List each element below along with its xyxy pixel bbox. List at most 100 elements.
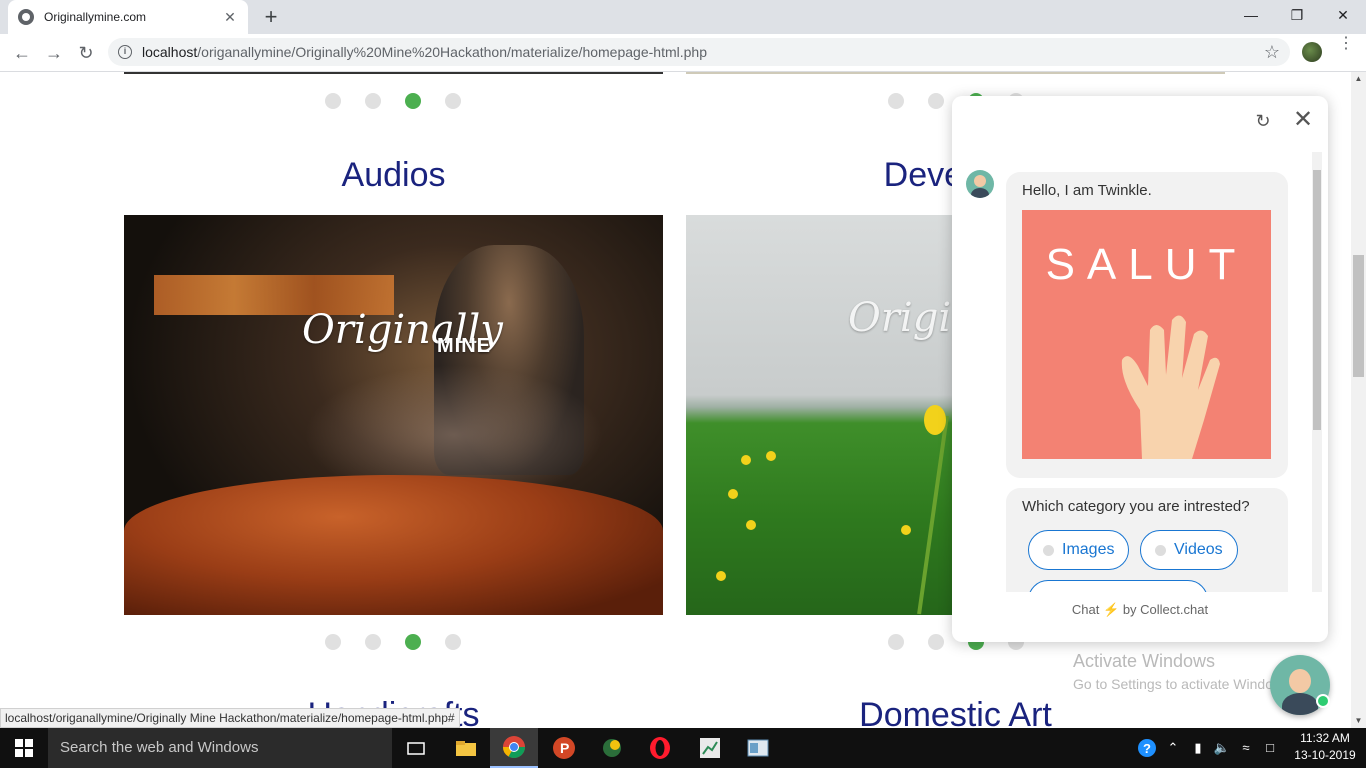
activate-windows-title: Activate Windows xyxy=(1073,651,1216,671)
close-icon[interactable]: ✕ xyxy=(1292,108,1314,132)
status-bar-url: localhost/origanallymine/Originally Mine… xyxy=(0,708,460,728)
arrow-left-icon[interactable]: ← xyxy=(8,39,36,67)
app-icon[interactable] xyxy=(588,728,636,768)
chart-app-icon[interactable] xyxy=(686,728,734,768)
volume-icon[interactable]: 🔈 xyxy=(1212,728,1232,768)
carousel-dot[interactable] xyxy=(325,634,341,650)
opera-icon[interactable] xyxy=(636,728,684,768)
image-detail xyxy=(746,520,756,530)
globe-icon xyxy=(18,9,34,25)
clock-time: 11:32 AM xyxy=(1300,731,1350,745)
section-title-domestic-art: Domestic Art xyxy=(859,696,1052,728)
url-path: /origanallymine/Originally%20Mine%20Hack… xyxy=(197,44,707,60)
audios-carousel-image[interactable]: Originally MINE xyxy=(124,215,663,615)
chat-widget: ↻ ✕ Hello, I am Twinkle. SALUT Which cat… xyxy=(952,96,1328,642)
image-detail xyxy=(766,451,776,461)
radio-icon xyxy=(1155,544,1166,556)
browser-tab-bar: Originallymine.com ✕ + — ❐ ✕ xyxy=(0,0,1366,34)
image-detail xyxy=(716,571,726,581)
option-images-button[interactable]: Images xyxy=(1028,530,1130,570)
svg-text:P: P xyxy=(560,740,569,756)
carousel-dot[interactable] xyxy=(888,93,904,109)
carousel-dot[interactable] xyxy=(928,93,944,109)
help-icon[interactable]: ? xyxy=(1134,728,1160,768)
arrow-right-icon[interactable]: → xyxy=(40,39,68,67)
taskbar-clock[interactable]: 11:32 AM 13-10-2019 xyxy=(1288,730,1362,764)
browser-toolbar: ← → ↻ i localhost/origanallymine/Origina… xyxy=(0,34,1366,72)
taskbar-search-input[interactable]: Search the web and Windows xyxy=(48,728,392,768)
star-icon[interactable]: ☆ xyxy=(1264,42,1280,63)
online-status-icon xyxy=(1316,694,1330,708)
radio-icon xyxy=(1043,544,1054,556)
carousel-dot[interactable] xyxy=(365,634,381,650)
page-scrollbar[interactable]: ▲ ▼ xyxy=(1351,72,1366,728)
task-view-icon[interactable] xyxy=(392,728,440,768)
refresh-icon[interactable]: ↻ xyxy=(1252,110,1274,132)
watermark-logo-sub: MINE xyxy=(437,335,491,357)
activate-windows-subtitle: Go to Settings to activate Windows. xyxy=(1073,676,1294,692)
presentation-app-icon[interactable]: P xyxy=(540,728,588,768)
address-bar[interactable]: i localhost/origanallymine/Originally%20… xyxy=(108,38,1290,66)
bot-avatar xyxy=(966,170,994,198)
chrome-icon[interactable] xyxy=(490,728,538,768)
tab-close-icon[interactable]: ✕ xyxy=(222,9,238,26)
restore-icon[interactable]: ❐ xyxy=(1274,0,1320,30)
info-icon[interactable]: i xyxy=(118,45,132,59)
chat-question: Which category you are intrested? xyxy=(1022,498,1250,515)
page-viewport: Audios Develope Originally MINE Origin H… xyxy=(0,72,1351,728)
chat-scrollbar[interactable] xyxy=(1312,152,1322,592)
footer-by-label: by Collect.chat xyxy=(1122,602,1209,617)
new-tab-button[interactable]: + xyxy=(258,4,284,30)
image-detail xyxy=(917,415,949,615)
chat-message: Hello, I am Twinkle. SALUT xyxy=(1006,172,1288,478)
reload-icon[interactable]: ↻ xyxy=(72,39,100,67)
option-label: Videos xyxy=(1174,541,1223,558)
battery-icon[interactable]: ▮ xyxy=(1188,728,1208,768)
carousel-dot-active[interactable] xyxy=(405,93,421,109)
carousel-dots xyxy=(325,93,461,109)
option-next-button[interactable] xyxy=(1028,580,1208,592)
bolt-icon: ⚡ xyxy=(1103,602,1120,617)
page-scroll-thumb[interactable] xyxy=(1353,255,1364,377)
chevron-up-icon[interactable]: ⌃ xyxy=(1166,728,1180,768)
image-detail xyxy=(124,475,663,615)
image-detail xyxy=(901,525,911,535)
clock-date: 13-10-2019 xyxy=(1294,748,1356,762)
carousel-dot[interactable] xyxy=(888,634,904,650)
scroll-up-icon[interactable]: ▲ xyxy=(1351,72,1366,86)
section-title-audios: Audios xyxy=(341,156,446,194)
salut-image: SALUT xyxy=(1022,210,1271,459)
scroll-down-icon[interactable]: ▼ xyxy=(1351,714,1366,728)
image-detail xyxy=(924,405,946,435)
option-label: Images xyxy=(1062,541,1115,558)
chat-scroll-thumb[interactable] xyxy=(1313,170,1321,430)
file-explorer-icon[interactable] xyxy=(442,728,490,768)
option-videos-button[interactable]: Videos xyxy=(1140,530,1238,570)
carousel-dots xyxy=(325,634,461,650)
profile-avatar[interactable] xyxy=(1302,42,1322,62)
carousel-dot[interactable] xyxy=(445,93,461,109)
windows-logo-icon[interactable] xyxy=(0,728,48,768)
wifi-icon[interactable]: ≈ xyxy=(1236,728,1256,768)
minimize-icon[interactable]: — xyxy=(1228,0,1274,30)
chat-message: Which category you are intrested? Images… xyxy=(1006,488,1288,592)
carousel-dot[interactable] xyxy=(445,634,461,650)
notification-icon[interactable]: □ xyxy=(1260,728,1280,768)
waving-hand-icon xyxy=(1121,315,1220,459)
svg-text:?: ? xyxy=(1143,741,1151,756)
browser-tab[interactable]: Originallymine.com ✕ xyxy=(8,0,248,34)
windows-taskbar: Search the web and Windows P ? ⌃ ▮ 🔈 ≈ □… xyxy=(0,728,1366,768)
chat-greeting: Hello, I am Twinkle. xyxy=(1022,182,1152,199)
carousel-dot[interactable] xyxy=(365,93,381,109)
window-app-icon[interactable] xyxy=(734,728,782,768)
browser-menu-icon[interactable]: ⋮ xyxy=(1338,36,1354,52)
chat-messages: Hello, I am Twinkle. SALUT Which categor… xyxy=(952,152,1328,592)
image-bottom-edge xyxy=(686,72,1225,74)
tab-title: Originallymine.com xyxy=(44,10,147,24)
footer-chat-label: Chat xyxy=(1071,602,1100,617)
window-close-icon[interactable]: ✕ xyxy=(1320,0,1366,30)
image-detail xyxy=(728,489,738,499)
carousel-dot-active[interactable] xyxy=(405,634,421,650)
carousel-dot[interactable] xyxy=(928,634,944,650)
carousel-dot[interactable] xyxy=(325,93,341,109)
